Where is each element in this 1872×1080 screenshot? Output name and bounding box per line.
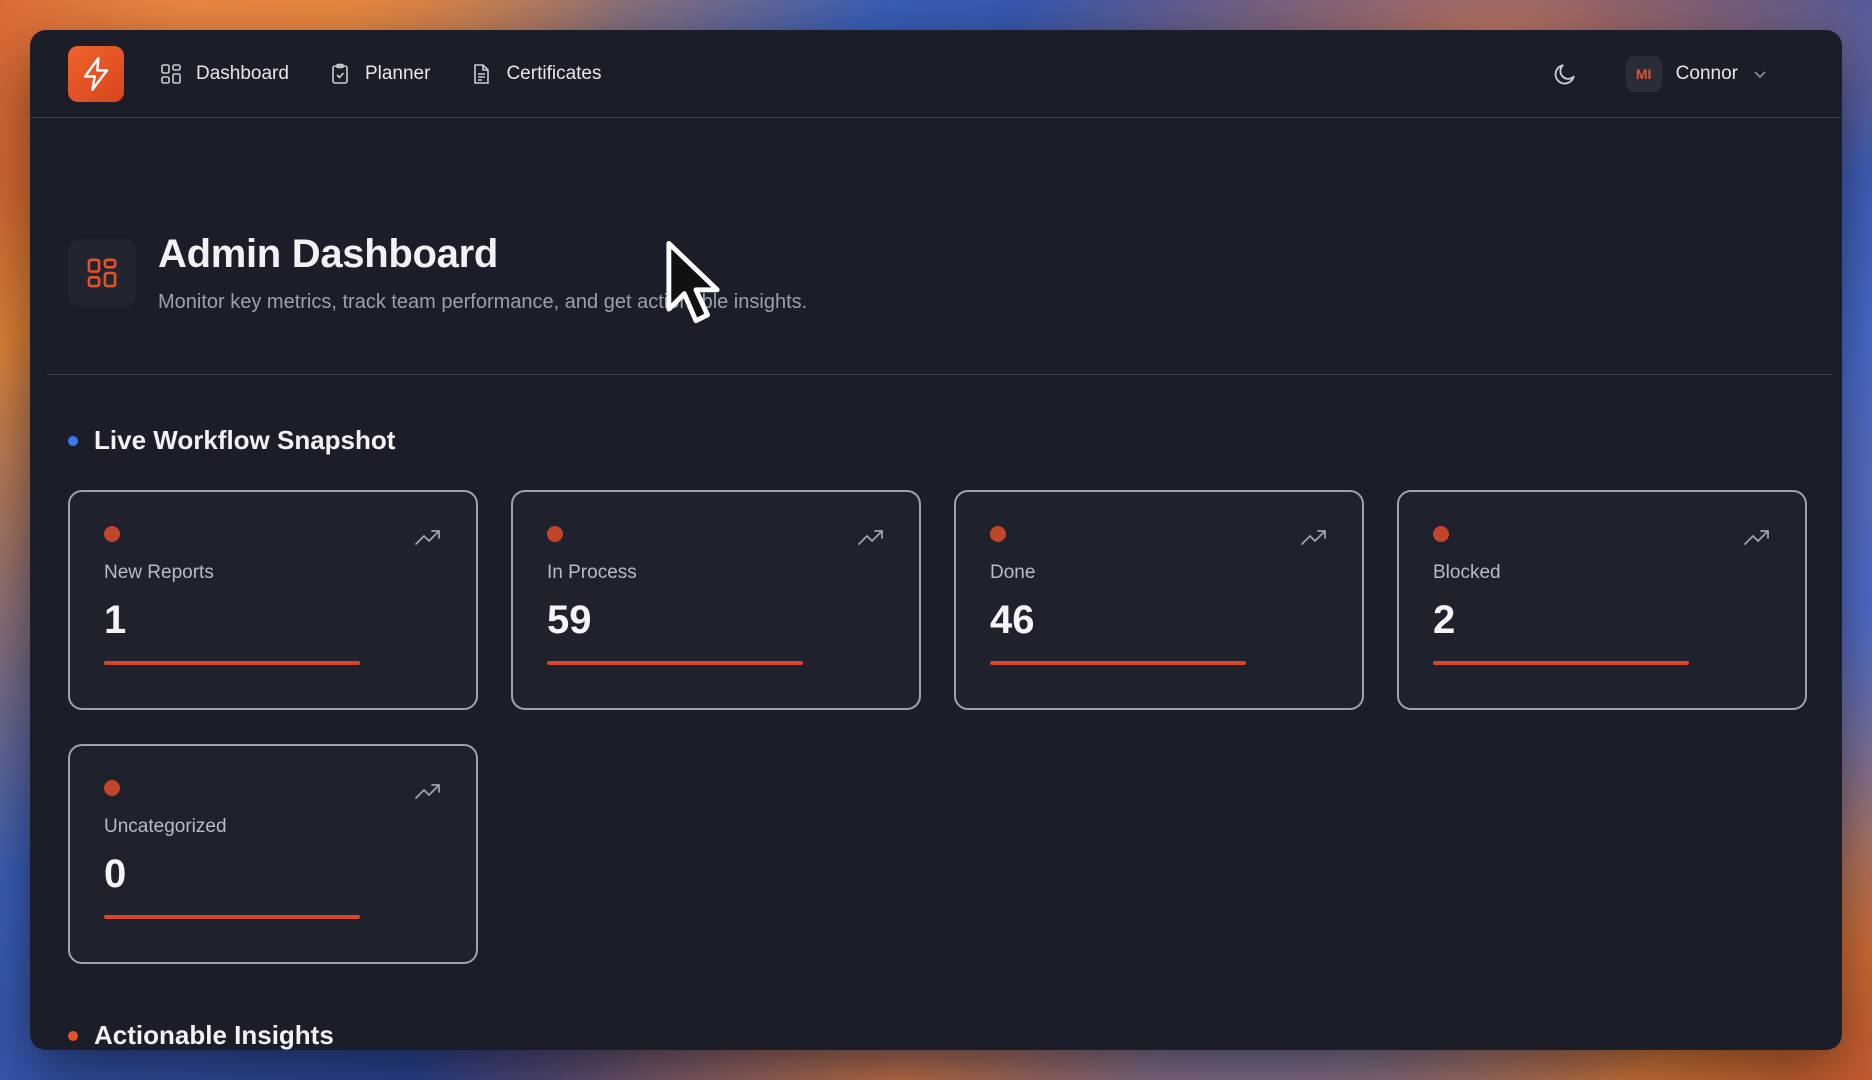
progress-fill (104, 915, 360, 919)
nav-label: Certificates (506, 62, 602, 84)
section-title-insights: Actionable Insights (30, 1020, 372, 1050)
mouse-cursor-icon (666, 240, 720, 324)
metric-card-done[interactable]: Done 46 (954, 490, 1364, 710)
grid-icon (161, 63, 181, 84)
metric-card-uncategorized[interactable]: Uncategorized 0 (68, 744, 478, 964)
metric-label: New Reports (104, 562, 214, 583)
lightning-icon (83, 56, 109, 91)
progress-fill (990, 661, 1246, 665)
trending-up-icon (858, 530, 883, 545)
app-window: Dashboard Planner Certificates MI Connor… (30, 30, 1842, 1050)
metric-value: 2 (1433, 598, 1456, 642)
metric-value: 1 (104, 598, 127, 642)
nav-item-certificates[interactable]: Certificates (470, 63, 601, 85)
metric-label: Blocked (1433, 562, 1501, 583)
metric-label: In Process (547, 562, 637, 583)
progress-bar (104, 661, 360, 665)
avatar: MI (1625, 55, 1662, 92)
nav-label: Planner (364, 62, 431, 84)
user-menu[interactable]: MI Connor (1625, 55, 1768, 92)
top-navigation: Dashboard Planner Certificates MI Connor (30, 30, 1842, 118)
header-divider (47, 374, 1832, 375)
status-dot (104, 526, 120, 542)
status-dot (547, 526, 563, 542)
section-title-snapshot: Live Workflow Snapshot (30, 425, 1842, 456)
metric-card-blocked[interactable]: Blocked 2 (1397, 490, 1807, 710)
progress-bar (990, 661, 1246, 665)
nav-item-planner[interactable]: Planner (329, 62, 431, 85)
metric-value: 59 (547, 598, 592, 642)
status-dot (104, 780, 120, 796)
clipboard-icon (332, 63, 348, 84)
metric-card-in-process[interactable]: In Process 59 (511, 490, 921, 710)
nav-item-dashboard[interactable]: Dashboard (160, 63, 289, 85)
status-dot (1433, 526, 1449, 542)
nav-label: Dashboard (196, 62, 289, 84)
document-icon (474, 63, 490, 84)
progress-bar (1433, 661, 1689, 665)
section-dot (68, 1030, 78, 1041)
progress-fill (104, 661, 360, 665)
user-name: Connor (1675, 62, 1738, 84)
trending-up-icon (1301, 530, 1326, 545)
metric-label: Done (990, 562, 1036, 583)
metric-card-new-reports[interactable]: New Reports 1 (68, 490, 478, 710)
progress-fill (547, 661, 803, 665)
section-label: Live Workflow Snapshot (94, 425, 396, 455)
section-dot (68, 435, 78, 446)
metric-value: 46 (990, 598, 1035, 642)
metric-label: Uncategorized (104, 816, 227, 837)
section-label: Actionable Insights (94, 1020, 334, 1050)
trending-up-icon (415, 530, 440, 545)
page-header: Admin Dashboard Monitor key metrics, tra… (30, 232, 1842, 314)
dashboard-header-icon (68, 239, 136, 307)
chevron-down-icon (1754, 70, 1766, 78)
app-logo[interactable] (68, 45, 124, 102)
moon-icon[interactable] (1552, 61, 1578, 87)
progress-bar (104, 915, 360, 919)
metric-value: 0 (104, 852, 127, 896)
status-dot (990, 526, 1006, 542)
progress-bar (547, 661, 803, 665)
metric-cards: New Reports 1 In Process 59 Done 46 Blocked 2 Un… (30, 490, 1842, 964)
trending-up-icon (415, 784, 440, 799)
progress-fill (1433, 661, 1689, 665)
trending-up-icon (1744, 530, 1769, 545)
grid-icon (87, 258, 117, 288)
